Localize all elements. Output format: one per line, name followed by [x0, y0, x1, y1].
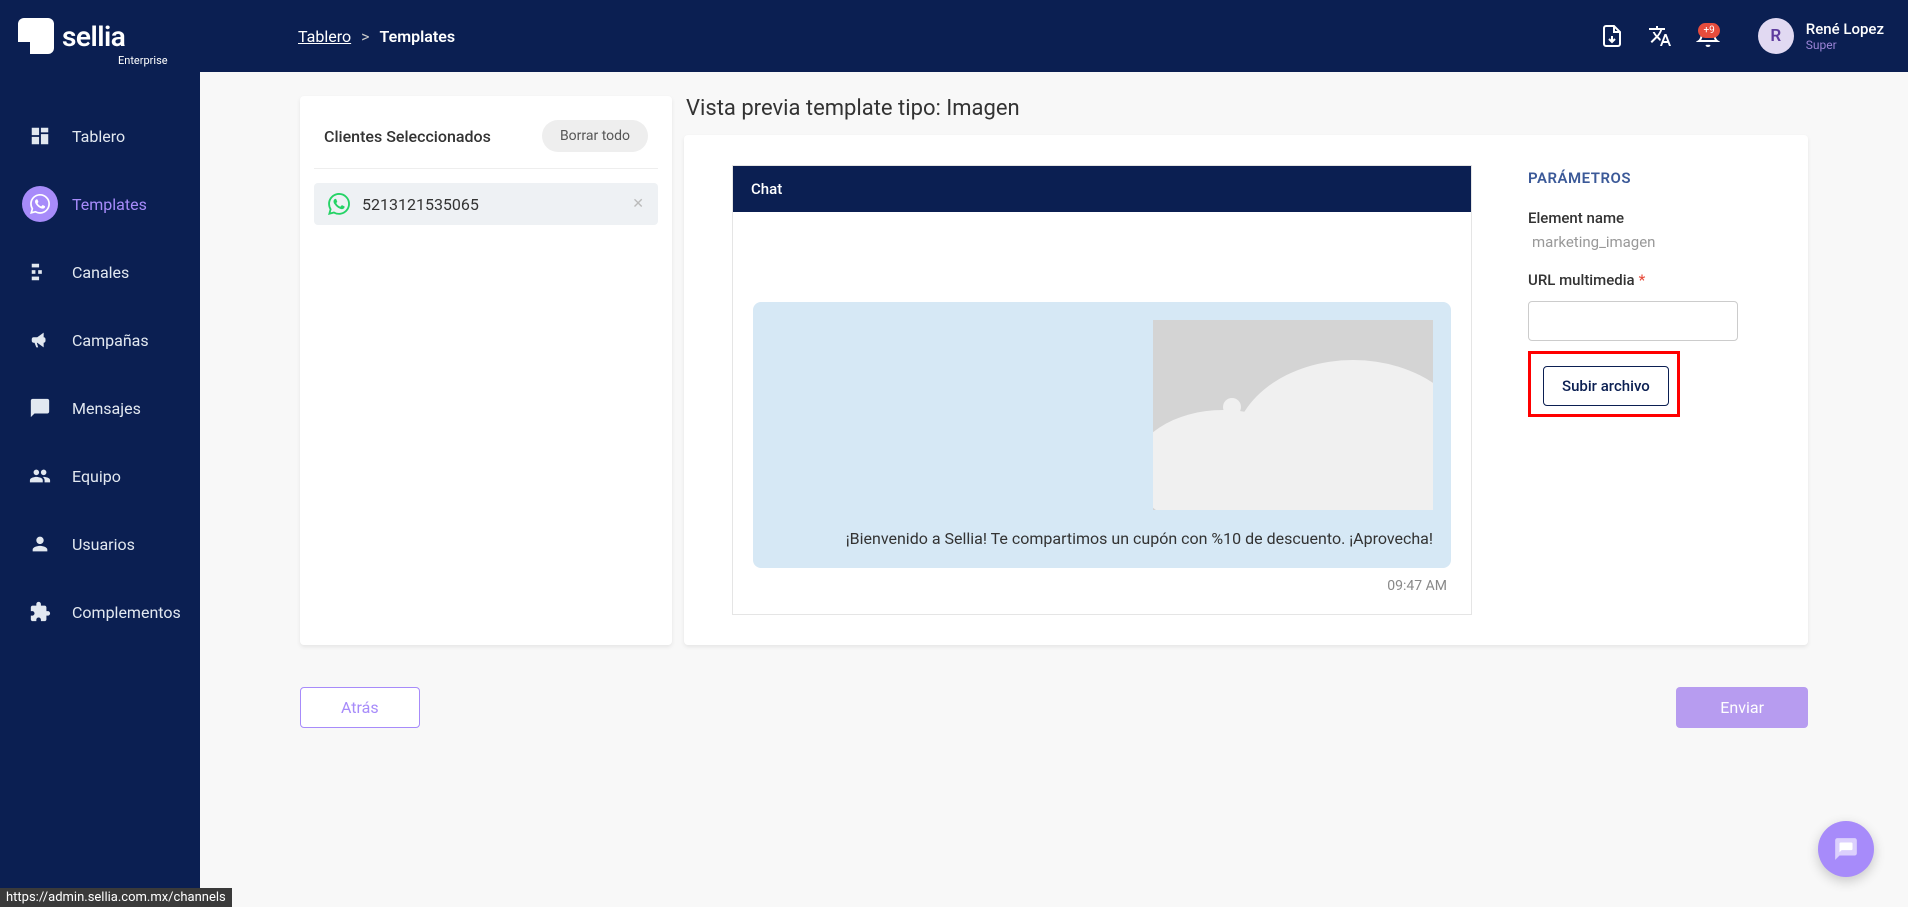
sidebar-item-equipo[interactable]: Equipo [0, 448, 200, 504]
sidebar-item-label: Campañas [72, 331, 149, 350]
sidebar-item-label: Usuarios [72, 535, 135, 554]
sidebar-item-label: Templates [72, 195, 147, 214]
clear-all-button[interactable]: Borrar todo [542, 120, 648, 152]
main-content: Clientes Seleccionados Borrar todo 52131… [200, 72, 1908, 907]
sidebar-item-label: Tablero [72, 127, 125, 146]
element-name-label: Element name [1528, 209, 1738, 227]
clients-panel: Clientes Seleccionados Borrar todo 52131… [300, 96, 672, 645]
user-role: Super [1806, 38, 1884, 52]
sidebar-item-usuarios[interactable]: Usuarios [0, 516, 200, 572]
avatar: R [1758, 18, 1794, 54]
sidebar-item-campanas[interactable]: Campañas [0, 312, 200, 368]
element-name-value: marketing_imagen [1528, 233, 1738, 251]
clients-title: Clientes Seleccionados [324, 127, 491, 146]
highlight-annotation: Subir archivo [1528, 351, 1680, 417]
notification-count: +9 [1698, 23, 1719, 38]
logo-text: sellia [62, 20, 125, 53]
parameters-title: PARÁMETROS [1528, 169, 1738, 187]
sidebar-item-complementos[interactable]: Complementos [0, 584, 200, 640]
plugin-icon [22, 594, 58, 630]
chat-header: Chat [733, 166, 1471, 212]
breadcrumb-separator: > [361, 27, 369, 46]
chat-fab[interactable] [1818, 821, 1874, 877]
footer-actions: Atrás Enviar [300, 687, 1808, 728]
download-icon[interactable] [1600, 24, 1624, 48]
remove-client-icon[interactable]: ✕ [632, 196, 644, 212]
megaphone-icon [22, 322, 58, 358]
sidebar-item-mensajes[interactable]: Mensajes [0, 380, 200, 436]
url-multimedia-label: URL multimedia* [1528, 271, 1738, 289]
message-bubble: ¡Bienvenido a Sellia! Te compartimos un … [753, 302, 1451, 568]
notifications[interactable]: +9 [1696, 24, 1733, 48]
message-icon [22, 390, 58, 426]
brand-logo[interactable]: sellia Enterprise [18, 18, 298, 54]
status-bar-url: https://admin.sellia.com.mx/channels [0, 888, 232, 907]
sidebar-item-label: Equipo [72, 467, 121, 486]
team-icon [22, 458, 58, 494]
channels-icon [22, 254, 58, 290]
sidebar-item-canales[interactable]: Canales [0, 244, 200, 300]
breadcrumb-current: Templates [380, 27, 456, 46]
chat-preview: Chat ¡Bienvenido a Sellia! Te compartimo… [732, 165, 1472, 615]
breadcrumb-root[interactable]: Tablero [298, 27, 351, 46]
sidebar-item-label: Canales [72, 263, 129, 282]
back-button[interactable]: Atrás [300, 687, 420, 728]
user-info: René Lopez Super [1806, 20, 1884, 52]
logo-subtitle: Enterprise [118, 54, 168, 67]
sidebar: Tablero Templates Canales Campañas Mensa… [0, 72, 200, 907]
message-text: ¡Bienvenido a Sellia! Te compartimos un … [771, 528, 1433, 550]
whatsapp-icon [22, 186, 58, 222]
breadcrumb: Tablero > Templates [298, 27, 455, 46]
header-actions: +9 R René Lopez Super [1600, 18, 1884, 54]
sidebar-item-label: Complementos [72, 603, 181, 622]
url-multimedia-input[interactable] [1528, 301, 1738, 341]
send-button[interactable]: Enviar [1676, 687, 1808, 728]
sidebar-item-templates[interactable]: Templates [0, 176, 200, 232]
logo-icon [18, 18, 54, 54]
dashboard-icon [22, 118, 58, 154]
image-placeholder-icon [1153, 320, 1433, 510]
user-menu[interactable]: R René Lopez Super [1758, 18, 1884, 54]
message-time: 09:47 AM [753, 578, 1451, 594]
upload-file-button[interactable]: Subir archivo [1543, 366, 1669, 406]
user-icon [22, 526, 58, 562]
client-number: 5213121535065 [362, 195, 620, 214]
parameters-panel: PARÁMETROS Element name marketing_imagen… [1528, 165, 1738, 615]
preview-panel: Vista previa template tipo: Imagen Chat … [684, 96, 1808, 645]
preview-title: Vista previa template tipo: Imagen [684, 96, 1808, 121]
user-name: René Lopez [1806, 20, 1884, 38]
translate-icon[interactable] [1648, 24, 1672, 48]
sidebar-item-tablero[interactable]: Tablero [0, 108, 200, 164]
sidebar-item-label: Mensajes [72, 399, 141, 418]
whatsapp-icon [328, 193, 350, 215]
top-header: sellia Enterprise Tablero > Templates +9… [0, 0, 1908, 72]
client-item[interactable]: 5213121535065 ✕ [314, 183, 658, 225]
chat-bubbles-icon [1833, 836, 1859, 862]
